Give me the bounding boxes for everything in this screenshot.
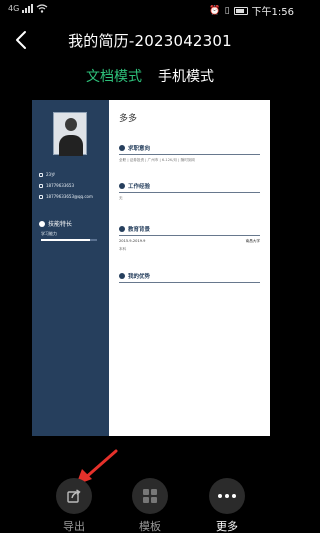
export-button[interactable] (56, 478, 92, 514)
section-education: 教育背景 2015.9-2019.9 南昌大学 本科 (119, 225, 260, 252)
section-title: 工作经验 (128, 184, 151, 190)
mode-tabs: 文档模式 手机模式 (0, 66, 300, 92)
age-row: 23岁 (39, 172, 55, 178)
phone-row: 18779633653 (39, 183, 74, 188)
network-type: 4G (8, 4, 20, 13)
clock: 下午1:56 (251, 7, 294, 18)
email-icon (39, 194, 43, 199)
tab-document-mode[interactable]: 文档模式 (86, 66, 142, 92)
section-work-experience: 工作经验 无 (119, 182, 260, 201)
more-label[interactable]: 更多 (197, 518, 257, 533)
signal-icon (22, 4, 34, 13)
more-button[interactable] (209, 478, 245, 514)
resume-name: 多多 (119, 114, 138, 124)
page-title: 我的简历-2023042301 (68, 32, 232, 50)
profile-photo (53, 112, 87, 156)
skill-level-fill (41, 239, 91, 241)
phone-icon (39, 183, 43, 188)
education-dates: 2015.9-2019.9 (119, 239, 146, 243)
template-button[interactable] (132, 478, 168, 514)
wifi-icon (36, 4, 48, 13)
status-right: ⏰ ▯ 下午1:56 (209, 3, 294, 19)
share-icon (67, 489, 81, 503)
section-title: 我的优势 (128, 274, 151, 280)
section-title: 教育背景 (128, 227, 151, 233)
section-my-advantages: 我的优势 (119, 272, 260, 283)
skills-icon (39, 220, 45, 227)
email-row: 18779633653@qq.com (39, 194, 93, 199)
section-icon (119, 226, 125, 232)
section-icon (119, 183, 125, 189)
email-text: 18779633653@qq.com (46, 194, 93, 199)
status-left: 4G (8, 4, 48, 13)
export-label[interactable]: 导出 (44, 518, 104, 533)
battery-icon (233, 6, 248, 15)
resume-main: 多多 求职意向 全职 | 证券投资 | 广州市 | 6-12K/月 | 随时到岗… (109, 100, 270, 436)
section-job-intention: 求职意向 全职 | 证券投资 | 广州市 | 6-12K/月 | 随时到岗 (119, 144, 260, 163)
alarm-icon: ⏰ (209, 5, 221, 16)
person-icon (39, 173, 43, 177)
tab-phone-mode[interactable]: 手机模式 (158, 66, 214, 92)
skills-title: 技能特长 (48, 221, 73, 228)
section-icon (119, 273, 125, 279)
template-label[interactable]: 模板 (120, 518, 180, 533)
app-header: 我的简历-2023042301 (0, 20, 300, 60)
age-text: 23岁 (46, 172, 56, 177)
section-title: 求职意向 (128, 146, 151, 152)
vibrate-icon: ▯ (224, 5, 230, 16)
resume-sidebar: 23岁 18779633653 18779633653@qq.com 技能特长 … (32, 100, 109, 436)
resume-preview[interactable]: 23岁 18779633653 18779633653@qq.com 技能特长 … (32, 100, 270, 436)
skill-item: 学习能力 (41, 231, 57, 236)
section-text: 全职 | 证券投资 | 广州市 | 6-12K/月 | 随时到岗 (119, 158, 196, 162)
status-bar: 4G ⏰ ▯ 下午1:56 (0, 0, 300, 20)
grid-icon (143, 489, 157, 503)
section-text: 无 (119, 196, 123, 200)
education-school: 南昌大学 (245, 239, 260, 243)
more-dots-icon (218, 494, 236, 498)
phone-text: 18779633653 (46, 183, 74, 188)
skills-header: 技能特长 (39, 219, 72, 228)
skill-level-bar (41, 239, 97, 241)
education-degree: 本科 (119, 247, 127, 251)
section-icon (119, 145, 125, 151)
